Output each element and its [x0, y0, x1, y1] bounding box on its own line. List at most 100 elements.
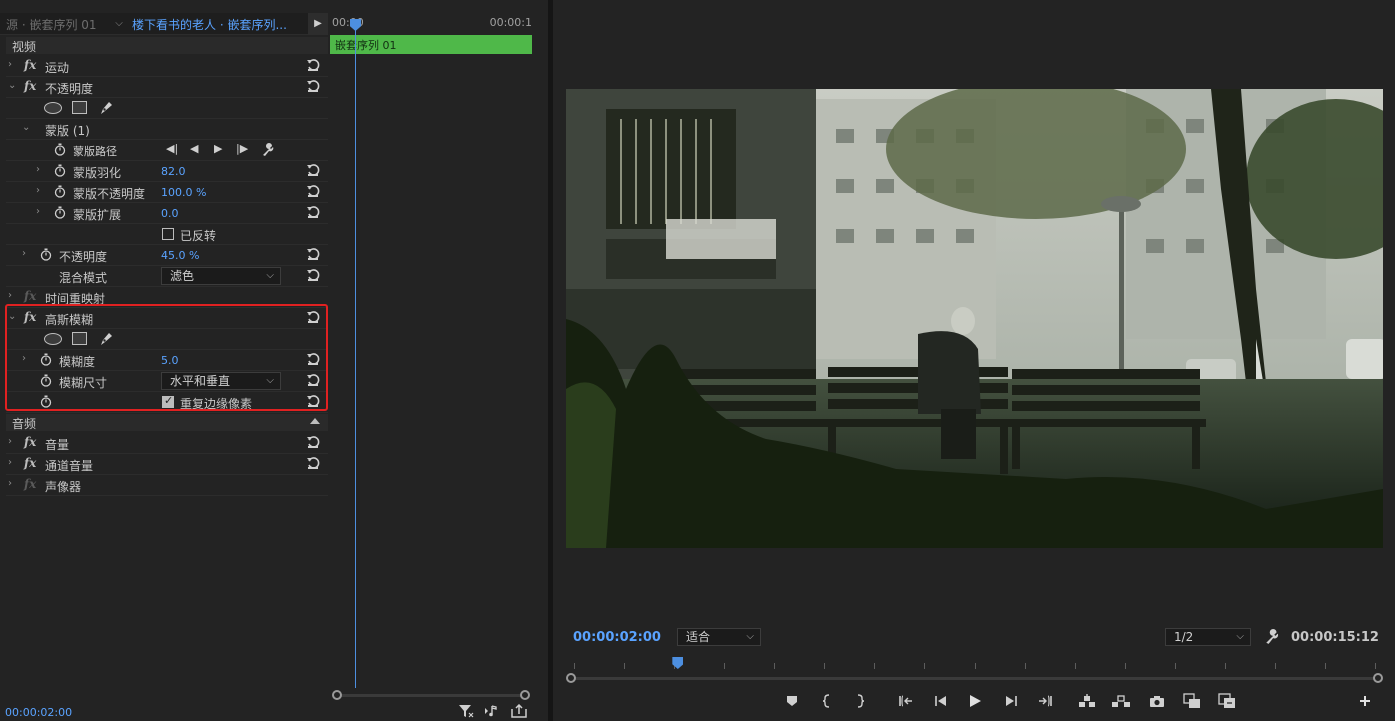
chevron-right-icon[interactable]: ›	[8, 436, 18, 447]
chevron-right-icon[interactable]: ›	[36, 164, 46, 175]
chevron-down-icon[interactable]: ⌄	[8, 311, 18, 322]
stopwatch-icon[interactable]	[40, 374, 52, 387]
reset-icon[interactable]	[306, 205, 320, 219]
scroll-end-handle[interactable]	[1373, 673, 1383, 683]
toggle-proxies-button[interactable]	[1217, 692, 1237, 710]
stopwatch-icon[interactable]	[40, 353, 52, 366]
stopwatch-icon[interactable]	[40, 248, 52, 261]
mark-out-button[interactable]	[850, 692, 870, 710]
chevron-down-icon[interactable]: ⌄	[8, 80, 18, 91]
reset-icon[interactable]	[306, 373, 320, 387]
fx-icon[interactable]: fx	[24, 310, 36, 324]
pen-mask-icon[interactable]	[98, 100, 114, 116]
rectangle-mask-icon[interactable]	[72, 101, 87, 114]
mask-feather-value[interactable]: 82.0	[161, 165, 186, 178]
tab-source[interactable]: 源 · 嵌套序列 01	[6, 16, 97, 33]
stopwatch-icon[interactable]	[54, 164, 66, 177]
effect-controls-timeline[interactable]: 00:00 00:00:1 嵌套序列 01	[330, 13, 532, 703]
ellipse-mask-icon[interactable]	[44, 102, 62, 114]
reset-icon[interactable]	[306, 394, 320, 408]
play-only-icon[interactable]: ▶	[308, 13, 328, 35]
compare-view-button[interactable]	[1182, 692, 1202, 710]
timeline-scrollbar[interactable]	[332, 689, 530, 701]
wrench-icon[interactable]	[261, 143, 275, 157]
clip-bar[interactable]: 嵌套序列 01	[330, 35, 532, 54]
effect-row-channel-volume[interactable]: › fx 通道音量	[6, 454, 328, 475]
reset-icon[interactable]	[306, 435, 320, 449]
blurriness-value[interactable]: 5.0	[161, 354, 179, 367]
reset-icon[interactable]	[306, 184, 320, 198]
collapse-up-icon[interactable]	[310, 418, 320, 424]
mark-in-button[interactable]	[817, 692, 837, 710]
add-marker-button[interactable]	[782, 692, 802, 710]
reset-icon[interactable]	[306, 268, 320, 282]
reset-icon[interactable]	[306, 456, 320, 470]
chevron-right-icon[interactable]: ›	[22, 248, 32, 259]
pen-mask-icon[interactable]	[98, 331, 114, 347]
chevron-down-icon[interactable]: ⌄	[22, 122, 32, 133]
scroll-start-handle[interactable]	[566, 673, 576, 683]
chevron-right-icon[interactable]: ›	[36, 206, 46, 217]
reset-icon[interactable]	[306, 79, 320, 93]
go-to-out-button[interactable]	[1035, 692, 1055, 710]
extract-button[interactable]	[1111, 692, 1131, 710]
video-preview[interactable]	[566, 89, 1383, 548]
reset-icon[interactable]	[306, 352, 320, 366]
fx-icon[interactable]: fx	[24, 456, 36, 470]
step-forward-button[interactable]	[1001, 692, 1021, 710]
loop-audio-icon[interactable]	[484, 704, 500, 718]
inverted-checkbox[interactable]	[162, 228, 174, 240]
export-frame-button[interactable]	[1147, 692, 1167, 710]
chevron-down-icon[interactable]: ⌵	[110, 15, 128, 33]
opacity-value[interactable]: 45.0 %	[161, 249, 199, 262]
mask-opacity-value[interactable]: 100.0 %	[161, 186, 206, 199]
scroll-end-handle[interactable]	[520, 690, 530, 700]
mask-expansion-value[interactable]: 0.0	[161, 207, 179, 220]
stopwatch-icon[interactable]	[54, 143, 66, 156]
effect-row-time-remap[interactable]: › fx 时间重映射	[6, 287, 328, 308]
chevron-right-icon[interactable]: ›	[8, 59, 18, 70]
effect-row-opacity[interactable]: ⌄ fx 不透明度	[6, 77, 328, 98]
program-scrollbar[interactable]	[566, 672, 1383, 684]
ellipse-mask-icon[interactable]	[44, 333, 62, 345]
zoom-fit-dropdown[interactable]: 适合 ⌵	[677, 628, 761, 646]
blend-mode-dropdown[interactable]: 滤色 ⌵	[161, 267, 281, 285]
lift-button[interactable]	[1077, 692, 1097, 710]
effect-controls-timecode[interactable]: 00:00:02:00	[5, 706, 72, 719]
stopwatch-icon[interactable]	[40, 395, 52, 408]
stopwatch-icon[interactable]	[54, 185, 66, 198]
mask-row[interactable]: ⌄ 蒙版 (1)	[6, 119, 328, 140]
reset-icon[interactable]	[306, 310, 320, 324]
effect-row-motion[interactable]: › fx 运动	[6, 56, 328, 77]
stopwatch-icon[interactable]	[54, 206, 66, 219]
fx-icon[interactable]: fx	[24, 58, 36, 72]
effect-row-volume[interactable]: › fx 音量	[6, 433, 328, 454]
chevron-right-icon[interactable]: ›	[8, 290, 18, 301]
add-button[interactable]	[1355, 692, 1375, 710]
blur-dimensions-dropdown[interactable]: 水平和垂直 ⌵	[161, 372, 281, 390]
effect-row-gaussian-blur[interactable]: ⌄ fx 高斯模糊	[6, 308, 328, 329]
track-forward-icon[interactable]: |▶	[236, 142, 248, 155]
play-button[interactable]	[965, 692, 985, 710]
chevron-right-icon[interactable]: ›	[22, 353, 32, 364]
reset-icon[interactable]	[306, 58, 320, 72]
step-back-button[interactable]	[931, 692, 951, 710]
wrench-icon[interactable]	[1264, 629, 1280, 645]
filter-icon[interactable]	[458, 704, 474, 718]
fx-icon[interactable]: fx	[24, 79, 36, 93]
track-backward-one-icon[interactable]: ◀	[190, 142, 198, 155]
chevron-right-icon[interactable]: ›	[8, 478, 18, 489]
reset-icon[interactable]	[306, 247, 320, 261]
repeat-edge-checkbox[interactable]	[162, 394, 174, 408]
go-to-in-button[interactable]	[896, 692, 916, 710]
program-time-ruler[interactable]	[566, 660, 1383, 672]
chevron-right-icon[interactable]: ›	[8, 457, 18, 468]
fx-icon[interactable]: fx	[24, 435, 36, 449]
export-icon[interactable]	[511, 704, 527, 718]
program-current-timecode[interactable]: 00:00:02:00	[573, 630, 661, 645]
playback-resolution-dropdown[interactable]: 1/2 ⌵	[1165, 628, 1251, 646]
scroll-start-handle[interactable]	[332, 690, 342, 700]
effect-row-panner[interactable]: › fx 声像器	[6, 475, 328, 496]
tab-sequence-clip[interactable]: 楼下看书的老人 · 嵌套序列...	[132, 16, 287, 33]
track-backward-icon[interactable]: ◀|	[166, 142, 178, 155]
